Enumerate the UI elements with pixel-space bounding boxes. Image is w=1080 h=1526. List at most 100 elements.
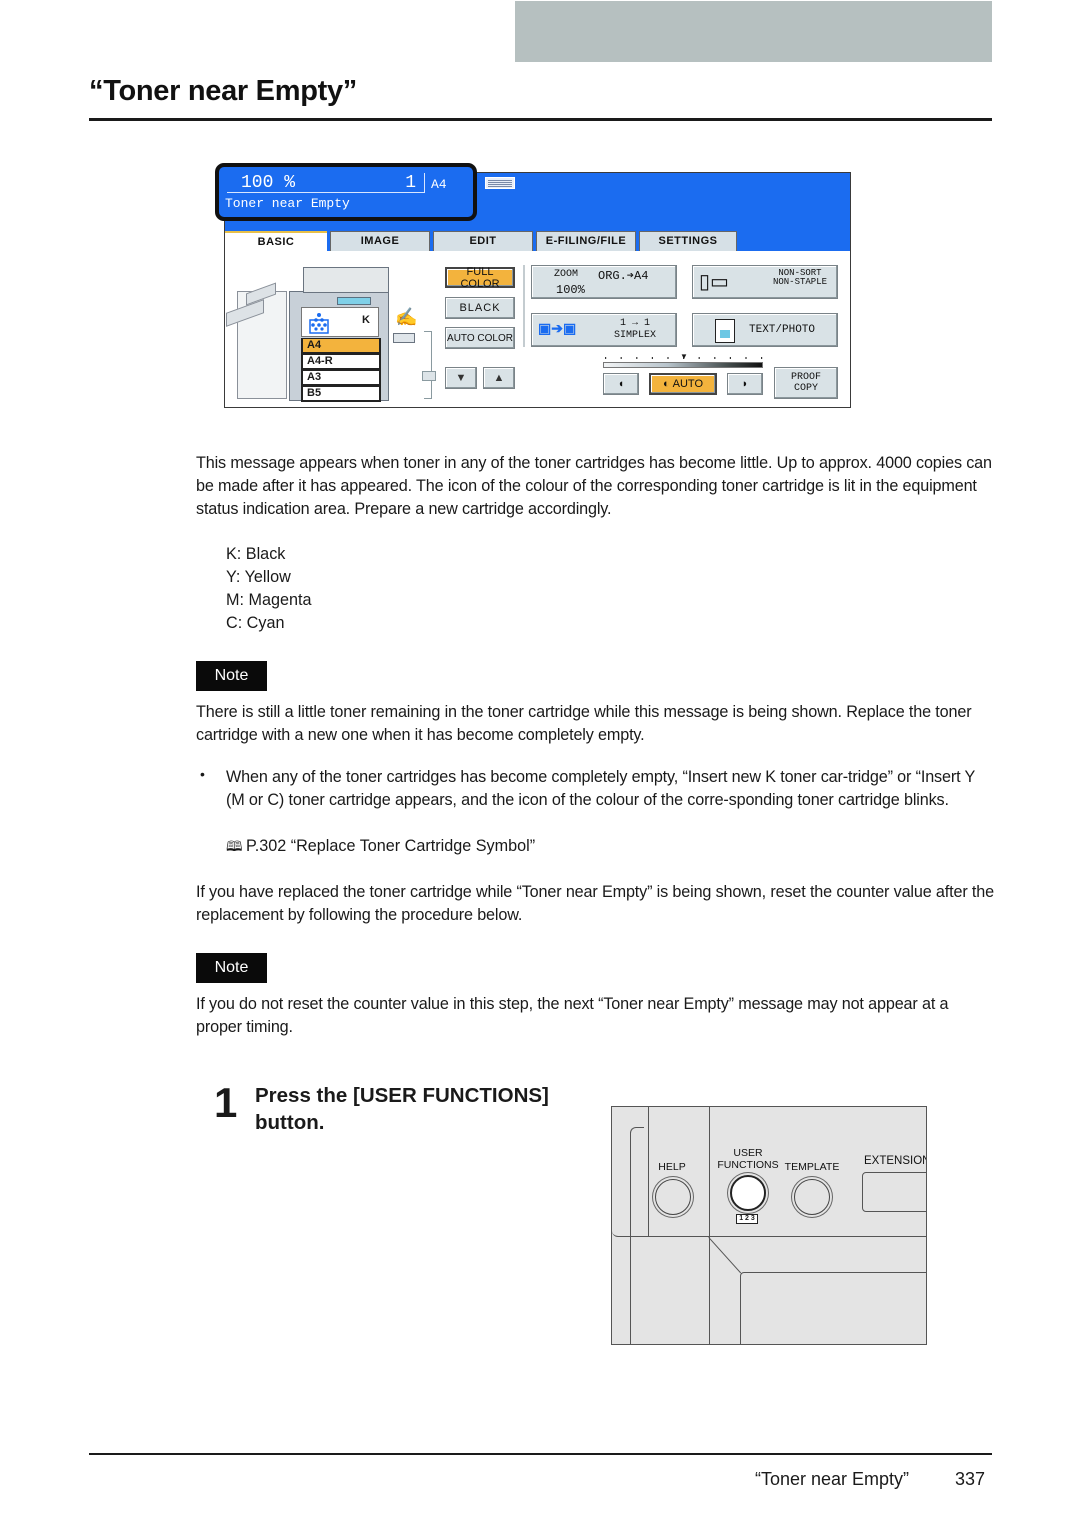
user-functions-badge: 1 2 3 [736,1214,758,1224]
template-button[interactable] [794,1179,830,1215]
panel-diagonal-line [708,1237,742,1274]
sort-staple-label: NON-SORT NON-STAPLE [773,269,827,287]
density-tick [745,357,747,359]
text-photo-icon [715,319,735,343]
lighter-button[interactable]: ◖ [603,373,639,395]
original-mode-label: TEXT/PHOTO [749,324,816,336]
density-tick [729,357,731,359]
vertical-separator [523,265,525,347]
color-item-k: K: Black [226,545,286,563]
duplex-mode-label: 1 → 1 SIMPLEX [614,318,656,342]
panel-body: K A4 A4-R A3 B5 ✍ FULL COLOR BLACK AUTO … [225,251,850,407]
list-icon [422,371,436,381]
proof-copy-button[interactable]: PROOF COPY [774,367,838,399]
help-button[interactable] [655,1179,691,1215]
paper-size-list: A4 A4-R A3 B5 [301,338,381,402]
paper-size-a4[interactable]: A4 [301,338,381,354]
auto-density-icon: ◐ [662,378,670,390]
zoom-button[interactable]: ZOOM ORG.➔A4 100% [531,265,677,299]
density-tick [605,357,607,359]
full-color-button[interactable]: FULL COLOR [445,266,515,290]
bullet-paragraph: When any of the toner cartridges has bec… [226,768,975,809]
duplex-mode-button[interactable]: ▣➔▣ 1 → 1 SIMPLEX [531,313,677,347]
staple-label: NON-STAPLE [772,277,827,287]
density-gradient-bar [603,362,763,368]
toner-color-list: K: Black Y: Yellow M: Magenta C: Cyan [226,543,311,635]
tab-settings[interactable]: SETTINGS [639,231,737,251]
chevron-right-icon: ◗ [741,378,749,390]
zoom-value: 100% [556,283,585,297]
sort-pages-icon: ▯▭ [699,271,729,293]
note-badge: Note [196,661,267,691]
note-paragraph-2: If you do not reset the counter value in… [196,995,949,1036]
auto-density-label: AUTO [672,378,703,390]
paper-list-bracket [424,331,432,399]
user-functions-button[interactable] [730,1175,766,1211]
density-tick [636,357,638,359]
density-pointer-icon: ▼ [680,352,688,361]
note-paragraph: There is still a little toner remaining … [196,703,972,744]
paper-tray-icon [485,177,515,189]
panel-vertical-line [709,1237,710,1344]
toner-color-label: K [362,314,370,326]
density-tick [667,357,669,359]
darker-button[interactable]: ◗ [727,373,763,395]
black-button[interactable]: BLACK [445,297,515,319]
page-title: “Toner near Empty” [89,75,358,107]
tab-efiling[interactable]: E-FILING/FILE [536,231,636,251]
panel-frame-line [612,1107,649,1237]
paper-size-a4r[interactable]: A4-R [301,354,381,370]
title-divider [89,118,992,121]
extension-label: EXTENSION [864,1155,927,1167]
auto-color-button[interactable]: AUTO COLOR [445,327,515,349]
paper-size-b5[interactable]: B5 [301,386,381,402]
step-instruction: Press the [USER FUNCTIONS] button. [255,1084,549,1134]
tab-edit[interactable]: EDIT [433,231,533,251]
scroll-down-button[interactable]: ▼ [445,367,477,389]
status-line: 100 % 1 [227,173,425,193]
status-zoom: 100 % [241,173,296,193]
color-item-c: C: Cyan [226,614,285,632]
intro-paragraph: This message appears when toner in any o… [196,454,992,518]
auto-density-button[interactable]: ◐ AUTO [649,373,717,395]
header-tab-block [515,1,992,62]
bypass-tray-graphic [393,333,415,343]
simplex-ratio: 1 → 1 [620,318,651,329]
tab-image[interactable]: IMAGE [330,231,430,251]
paper-size-a3[interactable]: A3 [301,370,381,386]
density-tick [620,357,622,359]
simplex-pages-icon: ▣➔▣ [538,320,577,336]
footer-section-title: “Toner near Empty” [755,1469,910,1489]
copier-display-graphic [337,297,371,305]
reference-text[interactable]: P.302 “Replace Toner Cartridge Symbol” [246,837,535,855]
control-panel-illustration: HELP USER FUNCTIONS 1 2 3 TEMPLATE EXTEN… [611,1106,927,1345]
panel-lower-area [740,1272,926,1344]
toner-icon [309,313,329,334]
reset-paragraph: If you have replaced the toner cartridge… [196,883,994,924]
page-number: 337 [955,1469,986,1489]
status-message: Toner near Empty [225,196,350,211]
triangle-up-icon: ▲ [493,372,505,384]
panel-edge-line [709,1107,710,1237]
bullet-icon: • [200,766,205,782]
page-reference[interactable]: 🕮 P.302 “Replace Toner Cartridge Symbol” [226,835,535,858]
original-mode-button[interactable]: TEXT/PHOTO [692,313,838,347]
density-tick [651,357,653,359]
panel-tabs: BASIC IMAGE EDIT E-FILING/FILE SETTINGS [225,231,737,251]
finisher-tray [226,299,264,327]
density-tick [714,357,716,359]
density-tick [761,357,763,359]
bypass-paper-hand-icon: ✍ [395,307,418,327]
extension-slot [862,1172,926,1212]
finisher-graphic [226,282,287,399]
template-label: TEMPLATE [784,1161,840,1173]
triangle-down-icon: ▼ [455,372,467,384]
color-item-y: Y: Yellow [226,568,291,586]
scroll-up-button[interactable]: ▲ [483,367,515,389]
status-message-highlight: 100 % 1 A4 Toner near Empty [215,163,477,221]
user-functions-label: USER FUNCTIONS [717,1147,779,1171]
simplex-label: SIMPLEX [614,330,657,341]
sort-staple-button[interactable]: ▯▭ NON-SORT NON-STAPLE [692,265,838,299]
tab-basic[interactable]: BASIC [225,231,327,251]
help-label: HELP [658,1161,686,1173]
